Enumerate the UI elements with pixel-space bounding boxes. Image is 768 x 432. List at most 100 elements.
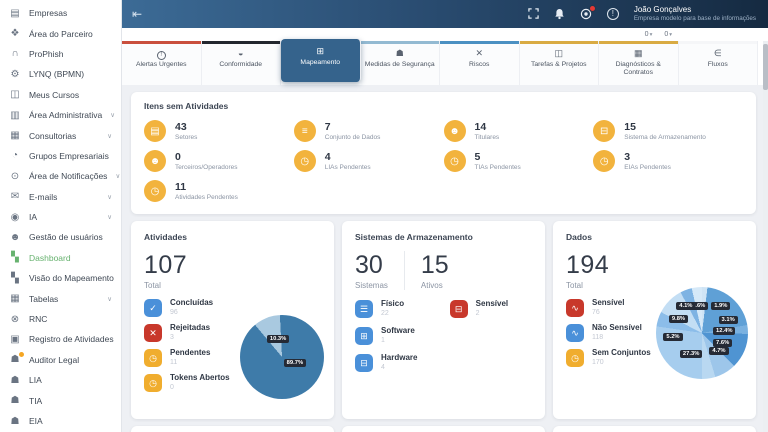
sidebar-item-ia[interactable]: ◉IA∨: [0, 207, 121, 227]
stat-value: 30: [355, 251, 388, 280]
window-icon: ⊞: [355, 327, 373, 345]
sidebar-item-empresas[interactable]: ▤Empresas: [0, 3, 121, 23]
item-label: Físico: [381, 300, 404, 309]
tab-diagnosticos-contratos[interactable]: ▦ Diagnósticos & Contratos: [599, 41, 679, 85]
counter-dropdown-2[interactable]: 0▾: [664, 31, 672, 38]
item-value: 76: [592, 309, 624, 316]
sidebar-item-area-de-notificacoes[interactable]: ⊙Área de Notificações∨: [0, 166, 121, 186]
sidebar-item-label: Área de Notificações: [29, 171, 107, 181]
sector-icon: ▤: [144, 120, 166, 142]
tab-label: Medidas de Segurança: [363, 61, 437, 69]
sidebar-item-label: Consultorias: [29, 131, 76, 141]
sidebar-item-label: EIA: [29, 416, 43, 426]
storage-icon: ⊟: [593, 120, 615, 142]
item-label: Não Sensível: [592, 324, 642, 333]
pie-label: 10.3%: [267, 335, 289, 343]
sidebar-item-tia[interactable]: ☗TIA: [0, 390, 121, 410]
sidebar-item-rnc[interactable]: ⊗ RNC: [0, 309, 121, 329]
total-value: 194: [566, 251, 743, 280]
mapping-icon: ▚: [9, 273, 21, 284]
tab-label: Fluxos: [706, 61, 730, 69]
tab-alertas-urgentes[interactable]: ! Alertas Urgentes: [122, 41, 202, 85]
sidebar-item-emails[interactable]: ✉E-mails∨: [0, 187, 121, 207]
stat-value: 11: [175, 181, 238, 193]
clock-icon: ◷: [294, 150, 316, 172]
sidebar-item-visao-do-mapeamento[interactable]: ▚Visão do Mapeamento: [0, 268, 121, 288]
pie-label: 7.6%: [713, 339, 732, 347]
sidebar-item-label: Meus Cursos: [29, 90, 79, 100]
shield-icon: ☗: [396, 48, 404, 59]
sidebar-item-label: RNC: [29, 314, 47, 324]
tab-label: Tarefas & Projetos: [529, 61, 589, 69]
vertical-scrollbar[interactable]: [763, 41, 768, 432]
counter-value: 0: [645, 31, 649, 38]
sidebar-item-registro-de-atividades[interactable]: ▣Registro de Atividades∨: [0, 329, 121, 349]
tab-riscos[interactable]: ✕ Riscos: [440, 41, 520, 85]
counter-dropdown-1[interactable]: 0▾: [645, 31, 653, 38]
user-menu[interactable]: João Gonçalves Empresa modelo para base …: [634, 5, 756, 22]
item-label: Sensível: [592, 299, 624, 308]
target-icon[interactable]: [580, 8, 592, 20]
item-label: Hardware: [381, 354, 417, 363]
sidebar-item-eia[interactable]: ☗EIA: [0, 411, 121, 431]
chevron-down-icon: ▾: [669, 32, 672, 38]
sidebar-item-label: IA: [29, 212, 37, 222]
fullscreen-icon[interactable]: [528, 8, 539, 19]
sidebar-item-lia[interactable]: ☗LIA: [0, 370, 121, 390]
stat-value: 14: [475, 121, 500, 133]
pie-label: 4.7%: [709, 347, 728, 355]
user-icon: ☻: [9, 232, 21, 243]
collapse-sidebar-icon[interactable]: ⇤: [122, 7, 142, 21]
headset-icon: ∩: [9, 48, 21, 59]
sidebar-item-meus-cursos[interactable]: ◫Meus Cursos: [0, 85, 121, 105]
atividades-card: Atividades 107 Total ✓Concluídas96 ✕Reje…: [131, 221, 334, 419]
rnc-icon: ⊗: [9, 314, 21, 325]
stat-label: Terceiros/Operadores: [175, 164, 238, 171]
sidebar-item-prophish[interactable]: ∩ ProPhish: [0, 44, 121, 64]
tab-conformidade[interactable]: ◒ Conformidade: [202, 41, 282, 85]
bell-icon[interactable]: [554, 8, 565, 20]
stat-ativos: 15Ativos: [404, 251, 465, 290]
stat-label: Sistemas: [355, 281, 388, 290]
item-value: 22: [381, 310, 404, 317]
sidebar-item-label: Empresas: [29, 8, 67, 18]
tab-mapeamento[interactable]: ⊞ Mapeamento: [281, 39, 361, 82]
tab-fluxos[interactable]: ∈ Fluxos: [679, 41, 759, 85]
scrollbar-thumb[interactable]: [763, 44, 768, 90]
sistemas-list: ☰Físico22 ⊟Sensível2 ⊞Software1 ⊟Hardwar…: [355, 300, 532, 372]
sidebar-item-area-do-parceiro[interactable]: ❖Área do Parceiro: [0, 23, 121, 43]
stat-value: 0: [175, 151, 238, 163]
tab-color-strip: [520, 41, 599, 44]
sidebar-item-grupos-empresariais[interactable]: ◔Grupos Empresariais: [0, 146, 121, 166]
tab-color-strip: [361, 41, 440, 44]
sidebar-item-area-administrativa[interactable]: ▥Área Administrativa∨: [0, 105, 121, 125]
tab-tarefas-projetos[interactable]: ◫ Tarefas & Projetos: [520, 41, 600, 85]
info-icon[interactable]: !: [607, 8, 619, 20]
item-label: Tokens Abertos: [170, 374, 230, 383]
list-item-sensivel: ⊟Sensível2: [450, 300, 532, 318]
sidebar-item-gestao-de-usuarios[interactable]: ☻ Gestão de usuários: [0, 227, 121, 247]
clock-icon: ◷: [144, 180, 166, 202]
partial-cards-row: [131, 426, 756, 432]
sidebar-item-label: Gestão de usuários: [29, 232, 103, 242]
list-item-fisico: ☰Físico22: [355, 300, 450, 318]
tab-medidas-de-seguranca[interactable]: ☗ Medidas de Segurança: [361, 41, 441, 85]
dados-card: Dados 194 Total ∿Sensível76 ∿Não Sensíve…: [553, 221, 756, 419]
sidebar-item-auditor-legal[interactable]: ☗Auditor Legal: [0, 350, 121, 370]
stat-eias-pendentes: ◷3EIAs Pendentes: [593, 150, 743, 172]
clock-icon: ◷: [144, 374, 162, 392]
stat-sistema-de-armazenamento: ⊟15Sistema de Armazenamento: [593, 120, 743, 142]
subbar: 0▾ 0▾: [122, 28, 768, 41]
sidebar-item-consultorias[interactable]: ▦Consultorias∨: [0, 125, 121, 145]
atividades-pie-chart: 10.3% 89.7%: [240, 315, 324, 399]
person-icon: ☻: [144, 150, 166, 172]
sidebar-item-lynq-bpmn[interactable]: ⚙LYNQ (BPMN): [0, 64, 121, 84]
total-label: Total: [144, 281, 321, 290]
stat-label: Conjunto de Dados: [325, 134, 381, 141]
card-title: Sistemas de Armazenamento: [355, 232, 532, 242]
sidebar-item-tabelas[interactable]: ▦Tabelas∨: [0, 288, 121, 308]
sidebar-item-dashboard[interactable]: ▚Dashboard: [0, 248, 121, 268]
partial-card: [342, 426, 545, 432]
tab-color-strip: [440, 41, 519, 44]
sidebar-item-label: ProPhish: [29, 49, 64, 59]
